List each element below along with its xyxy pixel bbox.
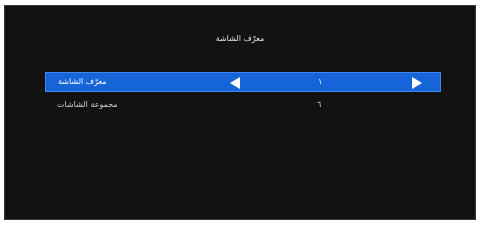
menu-item-display-group[interactable]: مجموعة الشاشات ٦ (45, 96, 441, 116)
right-arrow-icon[interactable] (412, 77, 422, 89)
menu-item-value: ٦ (317, 100, 322, 109)
menu-item-value: ١ (318, 77, 323, 86)
page-title: معرّف الشاشة (215, 34, 265, 43)
left-arrow-icon[interactable] (230, 77, 240, 89)
menu-item-display-id[interactable]: معرّف الشاشة ١ (45, 72, 441, 92)
menu-item-label: مجموعة الشاشات (57, 100, 118, 109)
menu-item-label: معرّف الشاشة (58, 77, 107, 86)
tv-screen: معرّف الشاشة معرّف الشاشة ١ مجموعة الشاش… (4, 5, 476, 220)
